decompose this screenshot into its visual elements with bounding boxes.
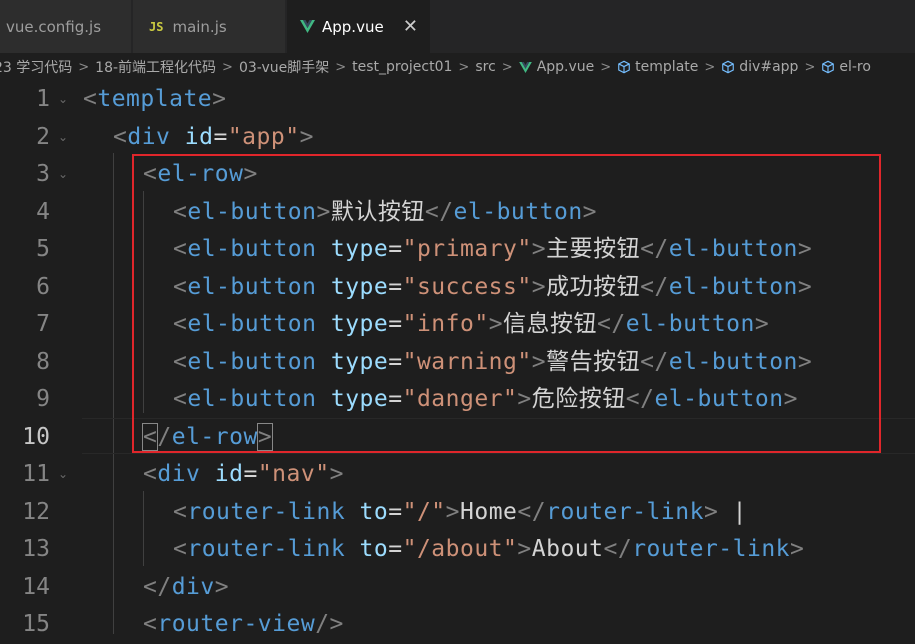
breadcrumb-item[interactable]: el-ro <box>821 59 871 75</box>
fold-chevron-icon[interactable]: ⌄ <box>58 90 68 106</box>
line-number: 7 <box>36 311 50 337</box>
tab-label: App.vue <box>322 17 384 36</box>
line-number: 6 <box>36 273 50 300</box>
symbol-cube-icon <box>722 60 735 74</box>
chevron-right-icon: > <box>78 59 90 75</box>
line-number: 10 <box>22 423 50 450</box>
breadcrumb-item[interactable]: 18-前端工程化代码 <box>95 57 216 77</box>
code-line: 2 ⌄ <div id="app"> <box>0 119 915 157</box>
breadcrumb: 23 学习代码 > 18-前端工程化代码 > 03-vue脚手架 > test_… <box>0 53 915 81</box>
symbol-cube-icon <box>618 60 630 74</box>
breadcrumb-label: test_project01 <box>352 59 453 75</box>
breadcrumb-item[interactable]: src <box>475 59 495 75</box>
code-line: 11 ⌄ <div id="nav"> <box>0 456 915 494</box>
code-line: 1 ⌄ <template> <box>0 81 915 119</box>
vue-file-icon <box>518 61 532 73</box>
breadcrumb-item[interactable]: App.vue <box>518 59 595 75</box>
chevron-right-icon: > <box>804 59 816 75</box>
line-number: 12 <box>22 498 50 525</box>
tab-app-vue[interactable]: App.vue ✕ <box>287 0 430 53</box>
breadcrumb-label: el-ro <box>839 59 871 75</box>
symbol-cube-icon <box>822 60 835 74</box>
chevron-right-icon: > <box>458 59 470 75</box>
breadcrumb-label: App.vue <box>536 59 595 75</box>
code-text: <template> <box>83 86 227 112</box>
chevron-right-icon: > <box>600 59 612 75</box>
line-number: 2 <box>36 123 50 150</box>
line-number: 13 <box>22 536 50 562</box>
tab-label: main.js <box>172 17 227 36</box>
code-text: </div> <box>143 573 230 600</box>
annotation-highlight-box <box>132 154 881 453</box>
code-line: 15 <router-view/> <box>0 606 915 644</box>
close-icon[interactable]: ✕ <box>403 16 418 37</box>
breadcrumb-label: div#app <box>739 59 799 75</box>
code-line: 14 </div> <box>0 569 915 607</box>
line-number: 3 <box>36 161 50 187</box>
breadcrumb-item[interactable]: test_project01 <box>352 59 452 75</box>
line-number: 8 <box>36 348 50 375</box>
code-text: <router-link to="/about">About</router-l… <box>173 536 805 562</box>
tab-vue-config[interactable]: vue.config.js <box>0 0 132 53</box>
chevron-right-icon: > <box>501 59 513 75</box>
js-file-icon: JS <box>149 19 164 34</box>
fold-chevron-icon[interactable]: ⌄ <box>58 165 68 181</box>
breadcrumb-label: src <box>475 59 496 75</box>
breadcrumb-item[interactable]: 03-vue脚手架 <box>239 57 329 77</box>
line-number: 4 <box>36 198 50 225</box>
code-text: <router-link to="/">Home</router-link> | <box>173 498 747 525</box>
tab-label: vue.config.js <box>6 17 102 36</box>
tab-bar: vue.config.js JS main.js App.vue ✕ <box>0 0 915 53</box>
line-number: 11 <box>22 461 50 487</box>
breadcrumb-label: template <box>635 59 699 75</box>
breadcrumb-label: 03-vue脚手架 <box>238 60 330 76</box>
breadcrumb-item[interactable]: template <box>617 59 698 75</box>
line-number: 9 <box>36 386 50 412</box>
fold-chevron-icon[interactable]: ⌄ <box>58 128 68 144</box>
chevron-right-icon: > <box>704 59 716 75</box>
chevron-right-icon: > <box>222 59 233 75</box>
breadcrumb-item[interactable]: 23 学习代码 <box>0 57 72 77</box>
breadcrumb-label: 23 学习代码 <box>0 60 73 76</box>
tab-main-js[interactable]: JS main.js <box>133 0 286 53</box>
code-text: <div id="app"> <box>113 123 314 150</box>
line-number: 1 <box>36 86 50 112</box>
code-text: <div id="nav"> <box>143 461 344 487</box>
breadcrumb-label: 18-前端工程化代码 <box>95 60 217 76</box>
code-text: <router-view/> <box>143 611 344 637</box>
breadcrumb-item[interactable]: div#app <box>721 59 798 75</box>
code-line: 13 <router-link to="/about">About</route… <box>0 531 915 569</box>
line-number: 15 <box>22 611 50 637</box>
vue-file-icon <box>300 20 315 33</box>
code-line: 12 <router-link to="/">Home</router-link… <box>0 494 915 532</box>
fold-chevron-icon[interactable]: ⌄ <box>58 465 68 481</box>
line-number: 5 <box>36 236 50 262</box>
chevron-right-icon: > <box>335 59 347 75</box>
line-number: 14 <box>22 573 50 600</box>
